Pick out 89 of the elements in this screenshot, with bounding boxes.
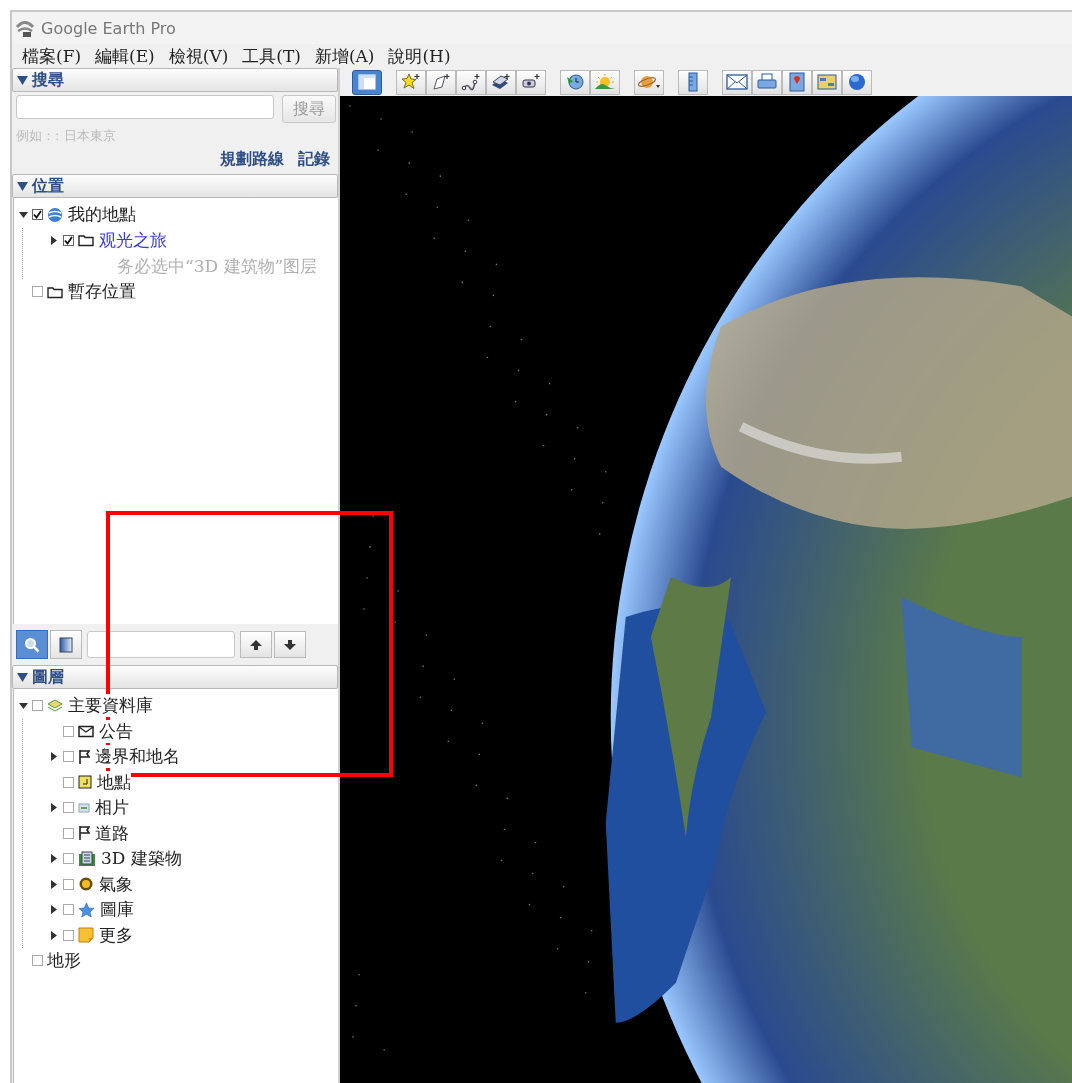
- checkbox[interactable]: [63, 234, 74, 246]
- menu-item[interactable]: 編輯(E): [95, 44, 155, 68]
- ruler-icon: [688, 72, 698, 92]
- menu-item[interactable]: 檢視(V): [168, 44, 229, 68]
- ruler-button[interactable]: [678, 69, 708, 95]
- panel-toggle-button[interactable]: [50, 630, 82, 659]
- checkbox[interactable]: [63, 827, 74, 839]
- image-icon: [817, 73, 837, 91]
- overlay-button[interactable]: [486, 69, 516, 95]
- menu-item[interactable]: 檔案(F): [22, 44, 82, 68]
- envelope-button[interactable]: [722, 69, 752, 95]
- note-icon: [78, 927, 94, 944]
- arrow-up-icon: [250, 639, 262, 650]
- camera-button[interactable]: [516, 69, 546, 95]
- clock-icon: [565, 73, 585, 91]
- checkbox[interactable]: [63, 878, 74, 890]
- printer-icon: [757, 73, 777, 91]
- checkbox[interactable]: [63, 802, 74, 814]
- star-icon: [78, 901, 95, 918]
- arrow-down-icon: [284, 639, 296, 650]
- printer-button[interactable]: [752, 69, 782, 95]
- image-button[interactable]: [812, 69, 842, 95]
- checkbox[interactable]: [32, 286, 43, 298]
- app-logo-icon: [15, 18, 35, 38]
- tree-item-label[interactable]: 地點: [97, 770, 131, 794]
- pushpin-icon: [401, 73, 421, 91]
- map-button[interactable]: [782, 69, 812, 95]
- checkbox[interactable]: [63, 776, 74, 788]
- menu-item[interactable]: 說明(H): [388, 44, 451, 68]
- expander-icon[interactable]: [16, 702, 30, 709]
- checkbox[interactable]: [63, 904, 74, 916]
- search-icon: [24, 636, 40, 653]
- path-button[interactable]: [456, 69, 486, 95]
- menu-item[interactable]: 工具(T): [242, 44, 301, 68]
- window-title: Google Earth Pro: [41, 18, 176, 38]
- square-icon: [78, 775, 92, 790]
- globe-icon: [848, 73, 866, 91]
- clock-button[interactable]: [560, 69, 590, 95]
- folder-icon: [78, 233, 94, 248]
- building-icon: [78, 850, 96, 867]
- flag-icon: [78, 748, 90, 765]
- camera-icon: [521, 73, 541, 91]
- flag-icon: [78, 825, 90, 842]
- panel-header[interactable]: 圖層: [17, 666, 64, 688]
- panel-header[interactable]: 位置: [17, 175, 64, 197]
- checkbox[interactable]: [32, 955, 43, 967]
- overlay-icon: [491, 73, 511, 91]
- path-icon: [461, 73, 481, 91]
- tour-link[interactable]: 观光之旅: [99, 228, 167, 252]
- pushpin-button[interactable]: [396, 69, 426, 95]
- panel-link[interactable]: 規劃路線: [220, 149, 284, 170]
- sidebar-button[interactable]: [352, 69, 382, 95]
- checkbox[interactable]: [32, 209, 43, 221]
- checkbox[interactable]: [63, 751, 74, 763]
- checkbox[interactable]: [63, 853, 74, 865]
- panel-icon: [59, 636, 73, 653]
- polygon-icon: [431, 73, 451, 91]
- layers-icon: [47, 698, 63, 713]
- globe-icon: [47, 206, 63, 223]
- tree-item-label[interactable]: 邊界和地名: [95, 745, 180, 769]
- panel-link[interactable]: 記錄: [298, 149, 330, 170]
- envelope-icon: [726, 74, 748, 90]
- polygon-button[interactable]: [426, 69, 456, 95]
- planet-icon: [637, 73, 661, 91]
- expander-icon[interactable]: [16, 211, 30, 218]
- move-up-button[interactable]: [240, 631, 272, 658]
- checkbox[interactable]: [63, 929, 74, 941]
- photo-icon: [78, 801, 90, 814]
- globe-button[interactable]: [842, 69, 872, 95]
- planet-button[interactable]: [634, 69, 664, 95]
- earth-globe-drawing[interactable]: [340, 96, 1072, 1083]
- places-filter-field[interactable]: [87, 631, 235, 658]
- menu-item[interactable]: 新增(A): [314, 44, 375, 68]
- search-toggle-button[interactable]: [16, 630, 48, 659]
- sunrise-icon: [594, 73, 616, 91]
- tree-item-label[interactable]: 公告: [99, 719, 133, 743]
- checkbox[interactable]: [63, 725, 74, 737]
- sunrise-button[interactable]: [590, 69, 620, 95]
- sun-icon: [78, 876, 94, 893]
- checkbox[interactable]: [32, 700, 43, 712]
- folder-icon: [47, 284, 63, 299]
- panel-header[interactable]: 搜尋: [17, 69, 64, 91]
- tree-item-label[interactable]: 主要資料庫: [68, 694, 153, 718]
- sidebar-icon: [358, 74, 376, 90]
- move-down-button[interactable]: [274, 631, 306, 658]
- envelope-icon: [78, 724, 94, 738]
- map-icon: [788, 72, 806, 92]
- item-description: 务必选中“3D 建筑物”图层: [117, 254, 318, 278]
- search-field[interactable]: [16, 95, 274, 119]
